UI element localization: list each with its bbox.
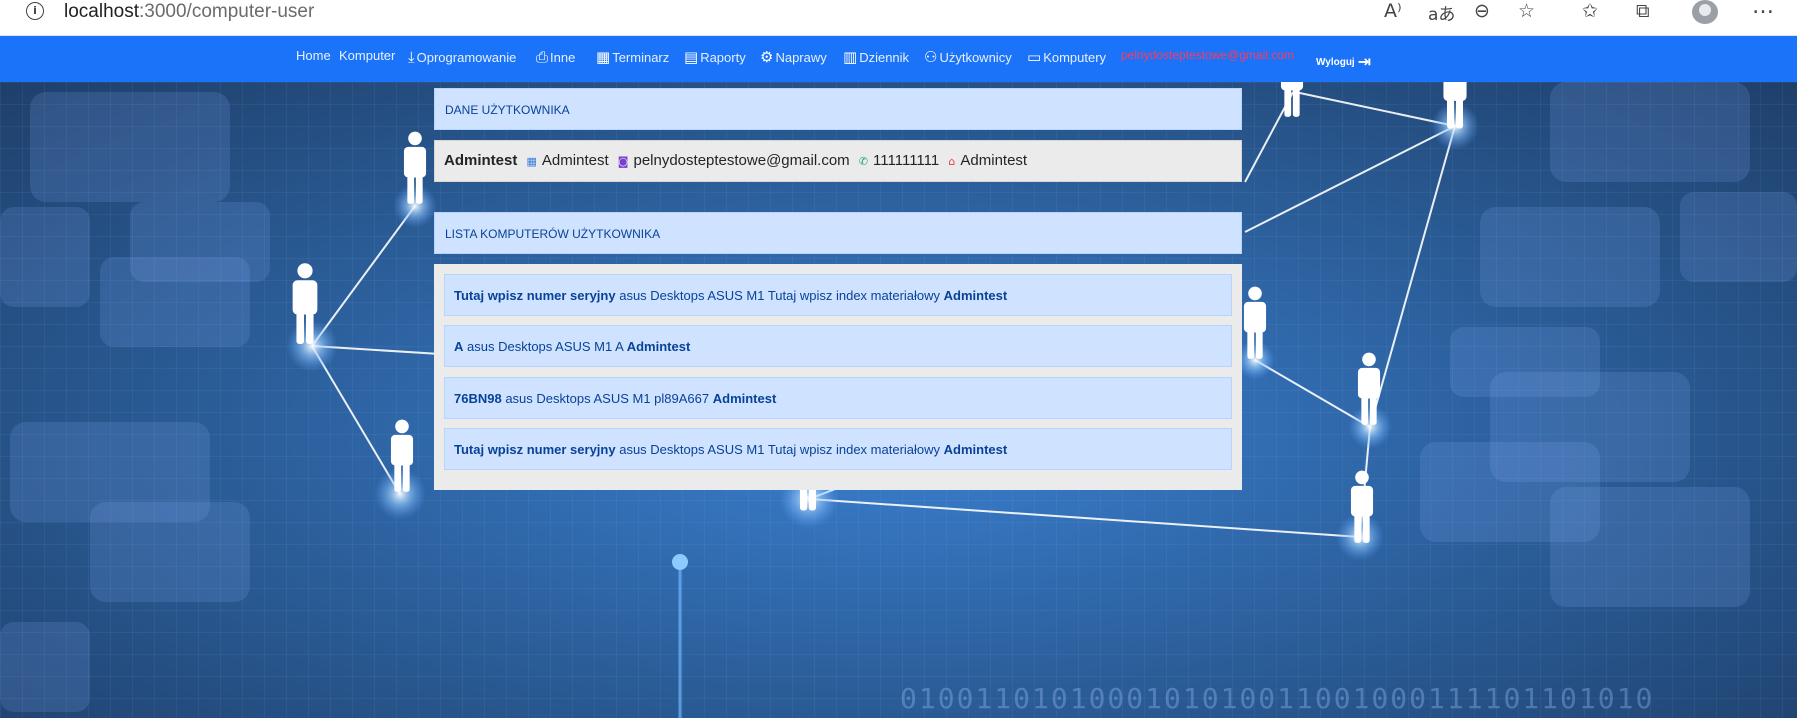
computers-title: LISTA KOMPUTERÓW UŻYTKOWNIKA: [445, 227, 661, 241]
nav-naprawy[interactable]: ⚙ Naprawy: [760, 48, 827, 66]
info-icon[interactable]: i: [26, 2, 44, 20]
main-navbar: Home Komputer ⤓ Oprogramowanie ⎙ Inne ▦ Ter…: [0, 36, 1797, 82]
computer-owner: Admintest: [626, 339, 691, 354]
nav-dziennik[interactable]: ▥ Dziennik: [843, 48, 909, 66]
favorite-add-icon[interactable]: ☆: [1518, 0, 1535, 22]
user-data-header: DANE UŻYTKOWNIKA: [434, 88, 1242, 130]
nav-home[interactable]: Home: [296, 48, 331, 63]
collections-icon[interactable]: ⧉: [1636, 0, 1650, 22]
user-building: Admintest: [541, 152, 609, 169]
translate-icon[interactable]: aあ: [1428, 0, 1455, 25]
laptop-icon: ▭: [1027, 48, 1042, 66]
address-bar[interactable]: localhost:3000/computer-user: [64, 1, 314, 23]
nav-label: Komputer: [339, 48, 396, 63]
journal-icon: ▥: [843, 48, 858, 66]
nav-label: Terminarz: [612, 50, 670, 65]
logout-icon: ⇥: [1357, 52, 1372, 71]
computer-serial: Tutaj wpisz numer seryjny: [454, 442, 616, 457]
zoom-out-icon[interactable]: ⊖: [1474, 0, 1490, 22]
favorites-icon[interactable]: ✩: [1582, 0, 1598, 22]
nav-label: Dziennik: [859, 50, 910, 65]
computer-serial: Tutaj wpisz numer seryjny: [454, 288, 616, 303]
home-icon: ⌂: [948, 155, 956, 168]
user-phone: 111111111: [873, 152, 940, 169]
logout-label: Wyloguj: [1316, 57, 1355, 68]
read-aloud-icon[interactable]: A⁾: [1384, 0, 1402, 22]
computer-serial: 76BN98: [454, 391, 502, 406]
computer-info: asus Desktops ASUS M1 pl89A667: [505, 391, 710, 406]
computer-list-item[interactable]: Tutaj wpisz numer seryjny asus Desktops …: [444, 428, 1232, 470]
computer-info: asus Desktops ASUS M1 Tutaj wpisz index …: [619, 442, 941, 457]
nav-label: Inne: [550, 50, 576, 65]
printer-icon: ⎙: [536, 48, 549, 66]
computers-header: LISTA KOMPUTERÓW UŻYTKOWNIKA: [434, 212, 1242, 254]
user-home: Admintest: [960, 152, 1028, 169]
nav-user-email[interactable]: pelnydosteptestowe@gmail.com: [1121, 48, 1294, 62]
download-icon: ⤓: [408, 48, 415, 66]
nav-komputery[interactable]: ▭ Komputery: [1027, 48, 1106, 66]
computer-list-item[interactable]: 76BN98 asus Desktops ASUS M1 pl89A667 Ad…: [444, 377, 1232, 419]
email-icon: ◙: [617, 155, 629, 168]
user-details-card: Admintest ▦ Admintest ◙ pelnydosteptestowe…: [434, 140, 1242, 182]
computer-serial: A: [454, 339, 464, 354]
user-data-title: DANE UŻYTKOWNIKA: [445, 103, 570, 117]
computer-info: asus Desktops ASUS M1 Tutaj wpisz index …: [619, 288, 941, 303]
building-icon: ▦: [526, 155, 537, 168]
logout-button[interactable]: Wyloguj ⇥: [1316, 50, 1372, 71]
url-host: localhost: [64, 1, 139, 22]
nav-label: Naprawy: [775, 50, 827, 65]
computer-owner: Admintest: [943, 442, 1008, 457]
gear-icon: ⚙: [760, 48, 774, 66]
computer-owner: Admintest: [712, 391, 777, 406]
url-path: :3000/computer-user: [139, 1, 315, 22]
nav-komputer[interactable]: Komputer: [339, 48, 395, 63]
nav-uzytkownicy[interactable]: ⚇ Użytkownicy: [924, 48, 1012, 66]
nav-label: Oprogramowanie: [416, 50, 517, 65]
users-icon: ⚇: [924, 48, 938, 66]
computer-list-item[interactable]: A asus Desktops ASUS M1 A Admintest: [444, 325, 1232, 367]
nav-raporty[interactable]: ▤ Raporty: [684, 48, 746, 66]
nav-oprogramowanie[interactable]: ⤓ Oprogramowanie: [408, 48, 516, 66]
computer-list-item[interactable]: Tutaj wpisz numer seryjny asus Desktops …: [444, 274, 1232, 316]
nav-label: Użytkownicy: [939, 50, 1012, 65]
nav-terminarz[interactable]: ▦ Terminarz: [596, 48, 669, 66]
calendar-icon: ▦: [596, 48, 611, 66]
computer-info: asus Desktops ASUS M1 A: [467, 339, 624, 354]
browser-toolbar: i localhost:3000/computer-user A⁾ aあ ⊖ ☆…: [0, 0, 1797, 36]
user-name: Admintest: [444, 152, 518, 169]
clipboard-icon: ▤: [684, 48, 699, 66]
computers-list: Tutaj wpisz numer seryjny asus Desktops …: [434, 264, 1242, 490]
computer-owner: Admintest: [943, 288, 1008, 303]
binary-text: 0100110101000101010011001000111101101010: [900, 682, 1655, 715]
nav-label: Komputery: [1043, 50, 1107, 65]
nav-label: Raporty: [700, 50, 746, 65]
user-email: pelnydosteptestowe@gmail.com: [633, 152, 850, 169]
phone-icon: ✆: [858, 155, 869, 168]
nav-label: Home: [296, 48, 331, 63]
more-icon[interactable]: …: [1752, 0, 1774, 19]
nav-inne[interactable]: ⎙ Inne: [536, 48, 575, 66]
profile-icon[interactable]: [1692, 0, 1718, 24]
